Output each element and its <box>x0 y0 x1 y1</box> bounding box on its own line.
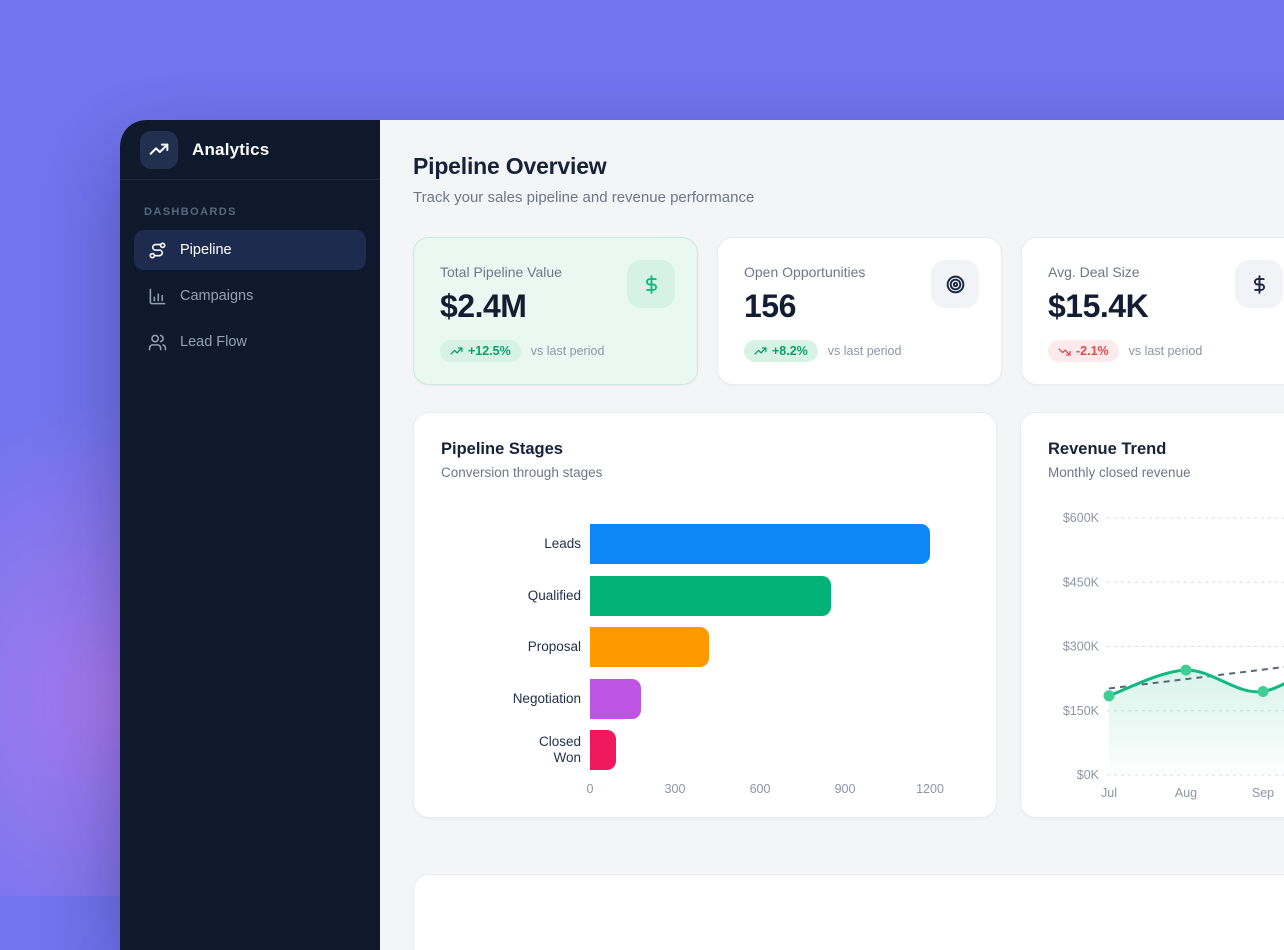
sidebar-item-label: Campaigns <box>180 288 253 304</box>
y-axis-tick: $0K <box>1077 768 1100 782</box>
stat-icon-badge <box>627 260 675 308</box>
bar-fill[interactable] <box>590 524 930 564</box>
bar-category-label: Negotiation <box>441 691 590 707</box>
delta-badge: -2.1% <box>1048 340 1119 362</box>
chart-title: Pipeline Stages <box>441 440 969 459</box>
sidebar: Analytics DASHBOARDS Pipeline Campaigns Le… <box>120 120 380 950</box>
bar-track <box>590 524 969 564</box>
bar-fill[interactable] <box>590 576 831 616</box>
chart-subtitle: Monthly closed revenue <box>1048 465 1284 480</box>
bar-row-qualified: Qualified <box>441 576 969 616</box>
x-axis-tick: 1200 <box>916 782 944 796</box>
bar-row-leads: Leads <box>441 524 969 564</box>
bar-fill[interactable] <box>590 627 709 667</box>
bar-chart-x-axis: 03006009001200 <box>590 782 930 798</box>
y-axis-tick: $600K <box>1063 511 1100 525</box>
pipeline-stages-card: Pipeline Stages Conversion through stage… <box>413 412 997 818</box>
trending-up-icon <box>754 345 767 358</box>
stat-card-total-pipeline-value[interactable]: Total Pipeline Value$2.4M+12.5%vs last p… <box>413 237 698 385</box>
trending-down-icon <box>1058 345 1071 358</box>
delta-value: -2.1% <box>1076 344 1109 358</box>
bar-row-negotiation: Negotiation <box>441 679 969 719</box>
y-axis-tick: $150K <box>1063 704 1100 718</box>
stat-icon-badge <box>931 260 979 308</box>
data-point-dot-aug[interactable] <box>1181 665 1192 676</box>
y-axis-tick: $450K <box>1063 575 1100 589</box>
x-axis-month-label: Sep <box>1252 786 1274 800</box>
sidebar-item-lead-flow[interactable]: Lead Flow <box>134 322 366 362</box>
compare-label: vs last period <box>531 344 605 358</box>
sidebar-section-label: DASHBOARDS <box>144 206 380 218</box>
bar-track <box>590 627 969 667</box>
bar-track <box>590 576 969 616</box>
delta-badge: +12.5% <box>440 340 521 362</box>
data-point-dot-jul[interactable] <box>1104 690 1115 701</box>
bar-chart-icon <box>148 287 167 306</box>
page-subtitle: Track your sales pipeline and revenue pe… <box>413 189 1284 206</box>
sidebar-item-pipeline[interactable]: Pipeline <box>134 230 366 270</box>
x-axis-tick: 300 <box>665 782 686 796</box>
compare-label: vs last period <box>828 344 902 358</box>
trending-up-icon <box>450 345 463 358</box>
app-logo <box>140 131 178 169</box>
x-axis-tick: 600 <box>750 782 771 796</box>
stat-meta: +8.2% vs last period <box>744 340 975 362</box>
page-title: Pipeline Overview <box>413 153 1284 180</box>
bar-category-label: Qualified <box>441 588 590 604</box>
chart-title: Revenue Trend <box>1048 440 1284 459</box>
x-axis-month-label: Jul <box>1101 786 1117 800</box>
delta-value: +12.5% <box>468 344 511 358</box>
x-axis-tick: 0 <box>587 782 594 796</box>
bar-row-closed-won: ClosedWon <box>441 730 969 770</box>
bar-fill[interactable] <box>590 679 641 719</box>
bottom-card-partial <box>413 874 1284 950</box>
stat-icon-badge <box>1235 260 1283 308</box>
data-point-dot-sep[interactable] <box>1258 686 1269 697</box>
x-axis-month-label: Aug <box>1175 786 1197 800</box>
sidebar-item-label: Lead Flow <box>180 334 247 350</box>
bar-category-label: ClosedWon <box>441 734 590 766</box>
bar-category-label: Proposal <box>441 639 590 655</box>
target-icon <box>945 274 966 295</box>
stat-meta: -2.1% vs last period <box>1048 340 1279 362</box>
bar-fill[interactable] <box>590 730 616 770</box>
compare-label: vs last period <box>1129 344 1203 358</box>
users-icon <box>148 333 167 352</box>
y-axis-tick: $300K <box>1063 640 1100 654</box>
charts-row: Pipeline Stages Conversion through stage… <box>413 412 1284 818</box>
bar-track <box>590 679 969 719</box>
sidebar-item-campaigns[interactable]: Campaigns <box>134 276 366 316</box>
trending-up-icon <box>149 140 169 160</box>
app-name: Analytics <box>192 140 269 160</box>
main-content: Pipeline Overview Track your sales pipel… <box>380 120 1284 950</box>
chart-subtitle: Conversion through stages <box>441 465 969 480</box>
stats-row: Total Pipeline Value$2.4M+12.5%vs last p… <box>413 237 1284 385</box>
bar-category-label: Leads <box>441 536 590 552</box>
revenue-trend-card: Revenue Trend Monthly closed revenue $60… <box>1020 412 1284 818</box>
x-axis-tick: 900 <box>835 782 856 796</box>
stat-card-open-opportunities[interactable]: Open Opportunities156+8.2%vs last period <box>717 237 1002 385</box>
line-chart: $600K $450K $300K $150K $0KJul Aug Sep <box>1048 502 1284 804</box>
dollar-icon <box>641 274 662 295</box>
sidebar-item-label: Pipeline <box>180 242 232 258</box>
sidebar-header: Analytics <box>120 120 380 180</box>
revenue-area <box>1109 647 1284 776</box>
sidebar-nav: Pipeline Campaigns Lead Flow <box>120 230 380 362</box>
delta-badge: +8.2% <box>744 340 818 362</box>
app-window: Analytics DASHBOARDS Pipeline Campaigns Le… <box>120 120 1284 950</box>
route-icon <box>148 241 167 260</box>
bar-chart: Leads Qualified Proposal Negotiation ClosedW… <box>441 524 969 770</box>
delta-value: +8.2% <box>772 344 808 358</box>
stat-meta: +12.5% vs last period <box>440 340 671 362</box>
dollar-icon <box>1249 274 1270 295</box>
stat-card-avg-deal-size[interactable]: Avg. Deal Size$15.4K-2.1%vs last period <box>1021 237 1284 385</box>
bar-track <box>590 730 969 770</box>
line-chart-svg: $600K $450K $300K $150K $0KJul Aug Sep <box>1048 502 1284 804</box>
bar-row-proposal: Proposal <box>441 627 969 667</box>
